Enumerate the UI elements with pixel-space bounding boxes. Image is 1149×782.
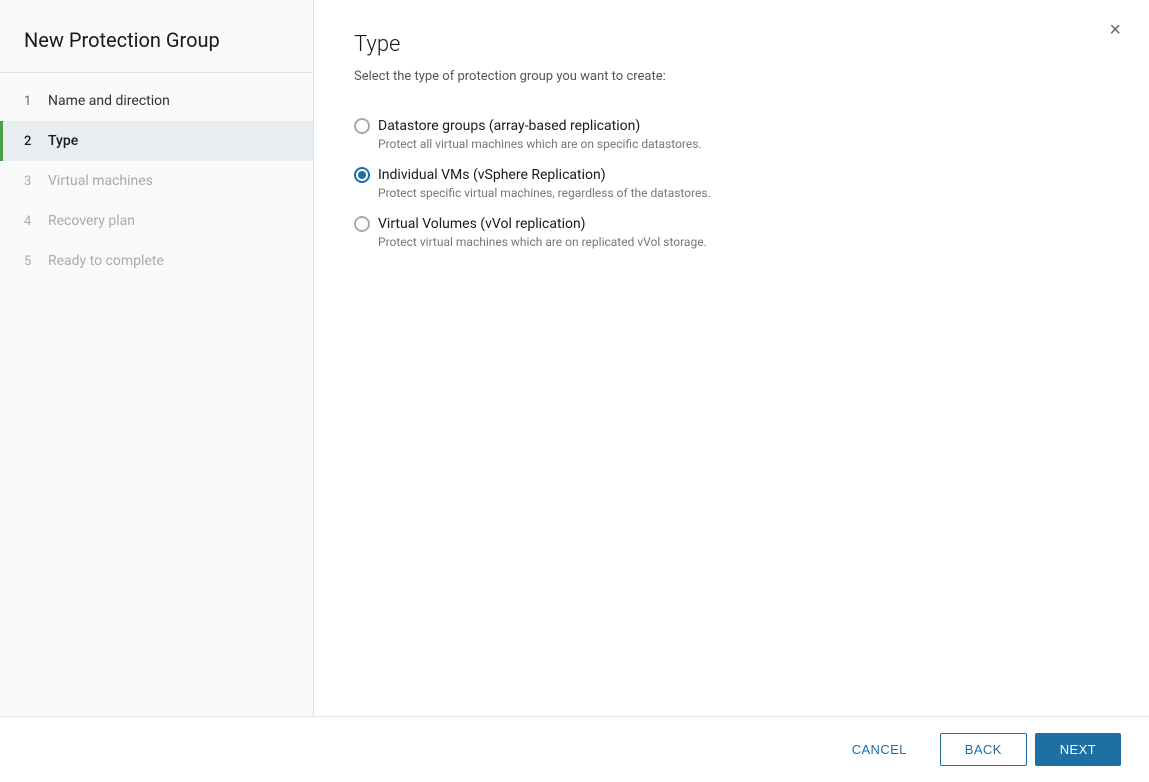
step-5-number: 5 — [24, 254, 38, 269]
option-vvol-desc: Protect virtual machines which are on re… — [378, 235, 1109, 249]
option-datastore-desc: Protect all virtual machines which are o… — [378, 137, 1109, 151]
type-options: Datastore groups (array-based replicatio… — [354, 108, 1109, 255]
step-4-number: 4 — [24, 214, 38, 229]
step-4: 4 Recovery plan — [0, 201, 313, 241]
sidebar: New Protection Group 1 Name and directio… — [0, 0, 314, 716]
option-individual-vms-desc: Protect specific virtual machines, regar… — [378, 186, 1109, 200]
step-3-number: 3 — [24, 174, 38, 189]
step-5-label: Ready to complete — [48, 253, 164, 269]
dialog-title: New Protection Group — [0, 0, 313, 73]
step-2[interactable]: 2 Type — [0, 121, 313, 161]
radio-individual-vms[interactable] — [354, 167, 370, 183]
option-vvol-text: Virtual Volumes (vVol replication) — [378, 216, 586, 232]
step-5: 5 Ready to complete — [0, 241, 313, 281]
cancel-button[interactable]: CANCEL — [827, 733, 932, 766]
close-button[interactable]: × — [1101, 16, 1129, 44]
next-button[interactable]: NEXT — [1035, 733, 1121, 766]
radio-datastore[interactable] — [354, 118, 370, 134]
step-4-label: Recovery plan — [48, 213, 135, 229]
step-3-label: Virtual machines — [48, 173, 153, 189]
option-vvol: Virtual Volumes (vVol replication) Prote… — [354, 206, 1109, 255]
main-content: × Type Select the type of protection gro… — [314, 0, 1149, 716]
radio-vvol[interactable] — [354, 216, 370, 232]
step-2-label: Type — [48, 133, 78, 149]
content-subtitle: Select the type of protection group you … — [354, 69, 1109, 84]
option-datastore-text: Datastore groups (array-based replicatio… — [378, 118, 640, 134]
content-title: Type — [354, 32, 1109, 57]
dialog-footer: CANCEL BACK NEXT — [0, 716, 1149, 782]
option-datastore-label[interactable]: Datastore groups (array-based replicatio… — [354, 118, 1109, 134]
option-individual-vms-label[interactable]: Individual VMs (vSphere Replication) — [354, 167, 1109, 183]
back-button[interactable]: BACK — [940, 733, 1027, 766]
step-2-number: 2 — [24, 134, 38, 149]
steps-list: 1 Name and direction 2 Type 3 Virtual ma… — [0, 73, 313, 289]
dialog: New Protection Group 1 Name and directio… — [0, 0, 1149, 782]
option-individual-vms-text: Individual VMs (vSphere Replication) — [378, 167, 606, 183]
option-vvol-label[interactable]: Virtual Volumes (vVol replication) — [354, 216, 1109, 232]
step-1-label: Name and direction — [48, 93, 170, 109]
step-3: 3 Virtual machines — [0, 161, 313, 201]
step-1[interactable]: 1 Name and direction — [0, 81, 313, 121]
option-individual-vms: Individual VMs (vSphere Replication) Pro… — [354, 157, 1109, 206]
step-1-number: 1 — [24, 94, 38, 109]
option-datastore: Datastore groups (array-based replicatio… — [354, 108, 1109, 157]
